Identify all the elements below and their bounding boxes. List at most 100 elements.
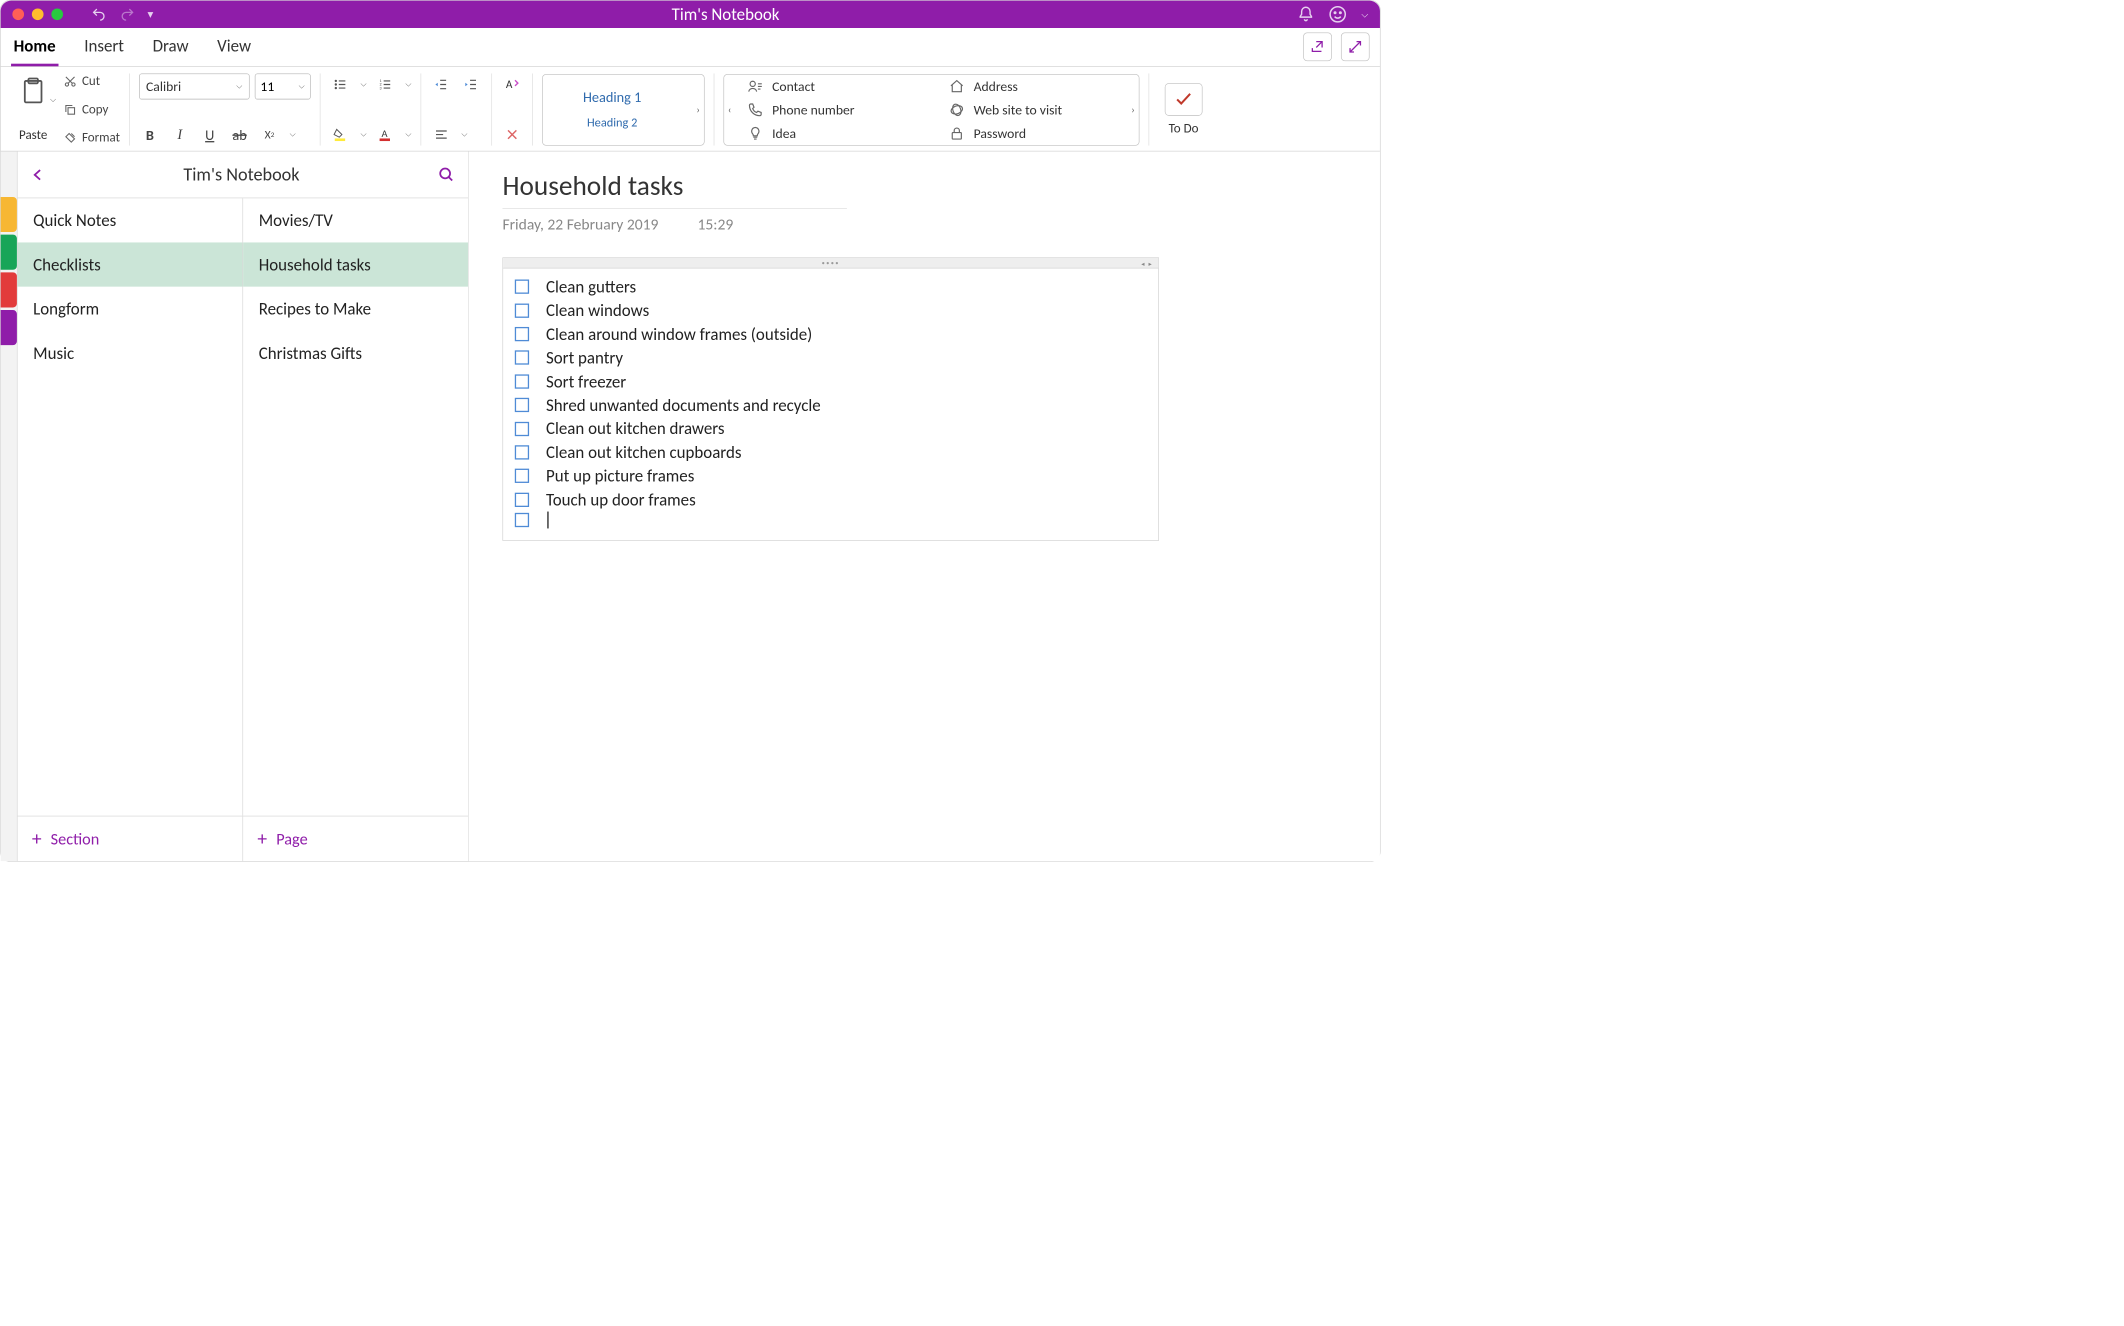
- notebook-tab-yellow[interactable]: [1, 197, 17, 232]
- styles-more-icon[interactable]: ›: [696, 103, 700, 115]
- italic-button[interactable]: I: [169, 123, 191, 145]
- window-minimize[interactable]: [32, 8, 44, 20]
- cut-button[interactable]: Cut: [64, 73, 120, 89]
- todo-text[interactable]: Clean out kitchen drawers: [546, 417, 724, 441]
- todo-text[interactable]: Sort pantry: [546, 346, 623, 370]
- checkbox-icon[interactable]: [515, 469, 529, 483]
- style-heading-1[interactable]: Heading 1: [543, 88, 682, 106]
- page-item[interactable]: Household tasks: [243, 242, 468, 286]
- todo-text[interactable]: Shred unwanted documents and recycle: [546, 393, 821, 417]
- tag-web-site-to-visit[interactable]: Web site to visit: [940, 101, 1136, 118]
- tag-contact[interactable]: Contact: [738, 78, 934, 95]
- search-icon[interactable]: [438, 166, 455, 183]
- checkbox-icon[interactable]: [515, 493, 529, 507]
- underline-button[interactable]: U: [199, 123, 221, 145]
- add-section-button[interactable]: +Section: [18, 816, 244, 861]
- tags-gallery[interactable]: ‹ Contact Phone number Idea Address Web sit…: [723, 74, 1139, 146]
- checkbox-icon[interactable]: [515, 513, 529, 527]
- tag-password[interactable]: Password: [940, 124, 1136, 141]
- tab-home[interactable]: Home: [11, 29, 58, 67]
- alignment-button[interactable]: [430, 123, 452, 145]
- todo-item[interactable]: Sort freezer: [515, 370, 1147, 394]
- todo-item[interactable]: Clean around window frames (outside): [515, 322, 1147, 346]
- todo-text[interactable]: Clean windows: [546, 299, 649, 323]
- todo-text[interactable]: Clean gutters: [546, 275, 636, 299]
- todo-item[interactable]: Clean windows: [515, 299, 1147, 323]
- font-family-select[interactable]: Calibri⌵: [139, 73, 250, 99]
- checkbox-icon[interactable]: [515, 398, 529, 412]
- share-button[interactable]: [1303, 33, 1332, 62]
- todo-text[interactable]: Clean around window frames (outside): [546, 322, 812, 346]
- checkbox-icon[interactable]: [515, 445, 529, 459]
- styles-gallery[interactable]: Heading 1 Heading 2 ›: [542, 74, 705, 146]
- undo-icon[interactable]: [90, 7, 107, 23]
- style-heading-2[interactable]: Heading 2: [543, 116, 682, 131]
- todo-item[interactable]: Clean out kitchen cupboards: [515, 441, 1147, 465]
- window-zoom[interactable]: [51, 8, 63, 20]
- checkbox-icon[interactable]: [515, 374, 529, 388]
- checkbox-icon[interactable]: [515, 327, 529, 341]
- tag-idea[interactable]: Idea: [738, 124, 934, 141]
- account-dropdown-icon[interactable]: ⌵: [1361, 9, 1368, 20]
- content-container[interactable]: ••••◂ ▸ Clean guttersClean windowsClean …: [502, 257, 1159, 540]
- notebook-tab-purple[interactable]: [1, 310, 17, 345]
- todo-text[interactable]: Touch up door frames: [546, 488, 696, 512]
- todo-text[interactable]: Sort freezer: [546, 370, 626, 394]
- checkbox-icon[interactable]: [515, 422, 529, 436]
- font-color-button[interactable]: A: [374, 123, 396, 145]
- page-canvas[interactable]: Household tasks Friday, 22 February 2019…: [469, 151, 1380, 861]
- todo-item[interactable]: Put up picture frames: [515, 464, 1147, 488]
- numbering-dropdown-icon[interactable]: ⌵: [405, 80, 411, 89]
- fullscreen-button[interactable]: [1341, 33, 1370, 62]
- clear-formatting-button[interactable]: A: [501, 73, 523, 95]
- todo-item[interactable]: Sort pantry: [515, 346, 1147, 370]
- paste-icon[interactable]: [19, 76, 48, 107]
- copy-button[interactable]: Copy: [64, 102, 120, 118]
- notification-icon[interactable]: [1298, 6, 1315, 23]
- todo-item[interactable]: Clean gutters: [515, 275, 1147, 299]
- tags-prev-icon[interactable]: ‹: [728, 103, 732, 115]
- todo-text[interactable]: Clean out kitchen cupboards: [546, 441, 741, 465]
- account-icon[interactable]: [1329, 5, 1347, 23]
- page-item[interactable]: Christmas Gifts: [243, 331, 468, 375]
- alignment-dropdown-icon[interactable]: ⌵: [461, 130, 467, 139]
- add-page-button[interactable]: +Page: [243, 816, 468, 861]
- numbering-button[interactable]: 123: [374, 73, 396, 95]
- redo-icon[interactable]: [119, 7, 136, 23]
- subscript-button[interactable]: X2: [258, 123, 280, 145]
- bold-button[interactable]: B: [139, 123, 161, 145]
- paste-label[interactable]: Paste: [19, 127, 47, 143]
- increase-indent-button[interactable]: [460, 73, 482, 95]
- checkbox-icon[interactable]: [515, 351, 529, 365]
- tab-view[interactable]: View: [215, 29, 254, 67]
- section-item[interactable]: Longform: [18, 287, 243, 331]
- todo-item[interactable]: Touch up door frames: [515, 488, 1147, 512]
- notebook-tab-red[interactable]: [1, 272, 17, 307]
- todo-item[interactable]: Clean out kitchen drawers: [515, 417, 1147, 441]
- tab-draw[interactable]: Draw: [150, 29, 191, 67]
- highlight-dropdown-icon[interactable]: ⌵: [361, 130, 367, 139]
- format-painter-button[interactable]: Format: [64, 130, 120, 146]
- section-item[interactable]: Music: [18, 331, 243, 375]
- checkbox-icon[interactable]: [515, 303, 529, 317]
- nav-back-icon[interactable]: [31, 165, 45, 183]
- tag-phone-number[interactable]: Phone number: [738, 101, 934, 118]
- todo-text[interactable]: Put up picture frames: [546, 464, 694, 488]
- tag-address[interactable]: Address: [940, 78, 1136, 95]
- section-item[interactable]: Quick Notes: [18, 198, 243, 242]
- delete-button[interactable]: [501, 123, 523, 145]
- bullets-button[interactable]: [329, 73, 351, 95]
- highlight-button[interactable]: [329, 123, 351, 145]
- window-close[interactable]: [12, 8, 24, 20]
- decrease-indent-button[interactable]: [430, 73, 452, 95]
- container-drag-handle[interactable]: ••••◂ ▸: [503, 258, 1158, 268]
- page-item[interactable]: Movies/TV: [243, 198, 468, 242]
- todo-tag-button[interactable]: [1165, 83, 1203, 115]
- todo-item[interactable]: Shred unwanted documents and recycle: [515, 393, 1147, 417]
- tab-insert[interactable]: Insert: [82, 29, 127, 67]
- script-dropdown-icon[interactable]: ⌵: [290, 130, 296, 139]
- font-color-dropdown-icon[interactable]: ⌵: [405, 130, 411, 139]
- paste-dropdown-icon[interactable]: ⌵: [50, 96, 56, 105]
- todo-item-empty[interactable]: [515, 511, 1147, 528]
- checkbox-icon[interactable]: [515, 280, 529, 294]
